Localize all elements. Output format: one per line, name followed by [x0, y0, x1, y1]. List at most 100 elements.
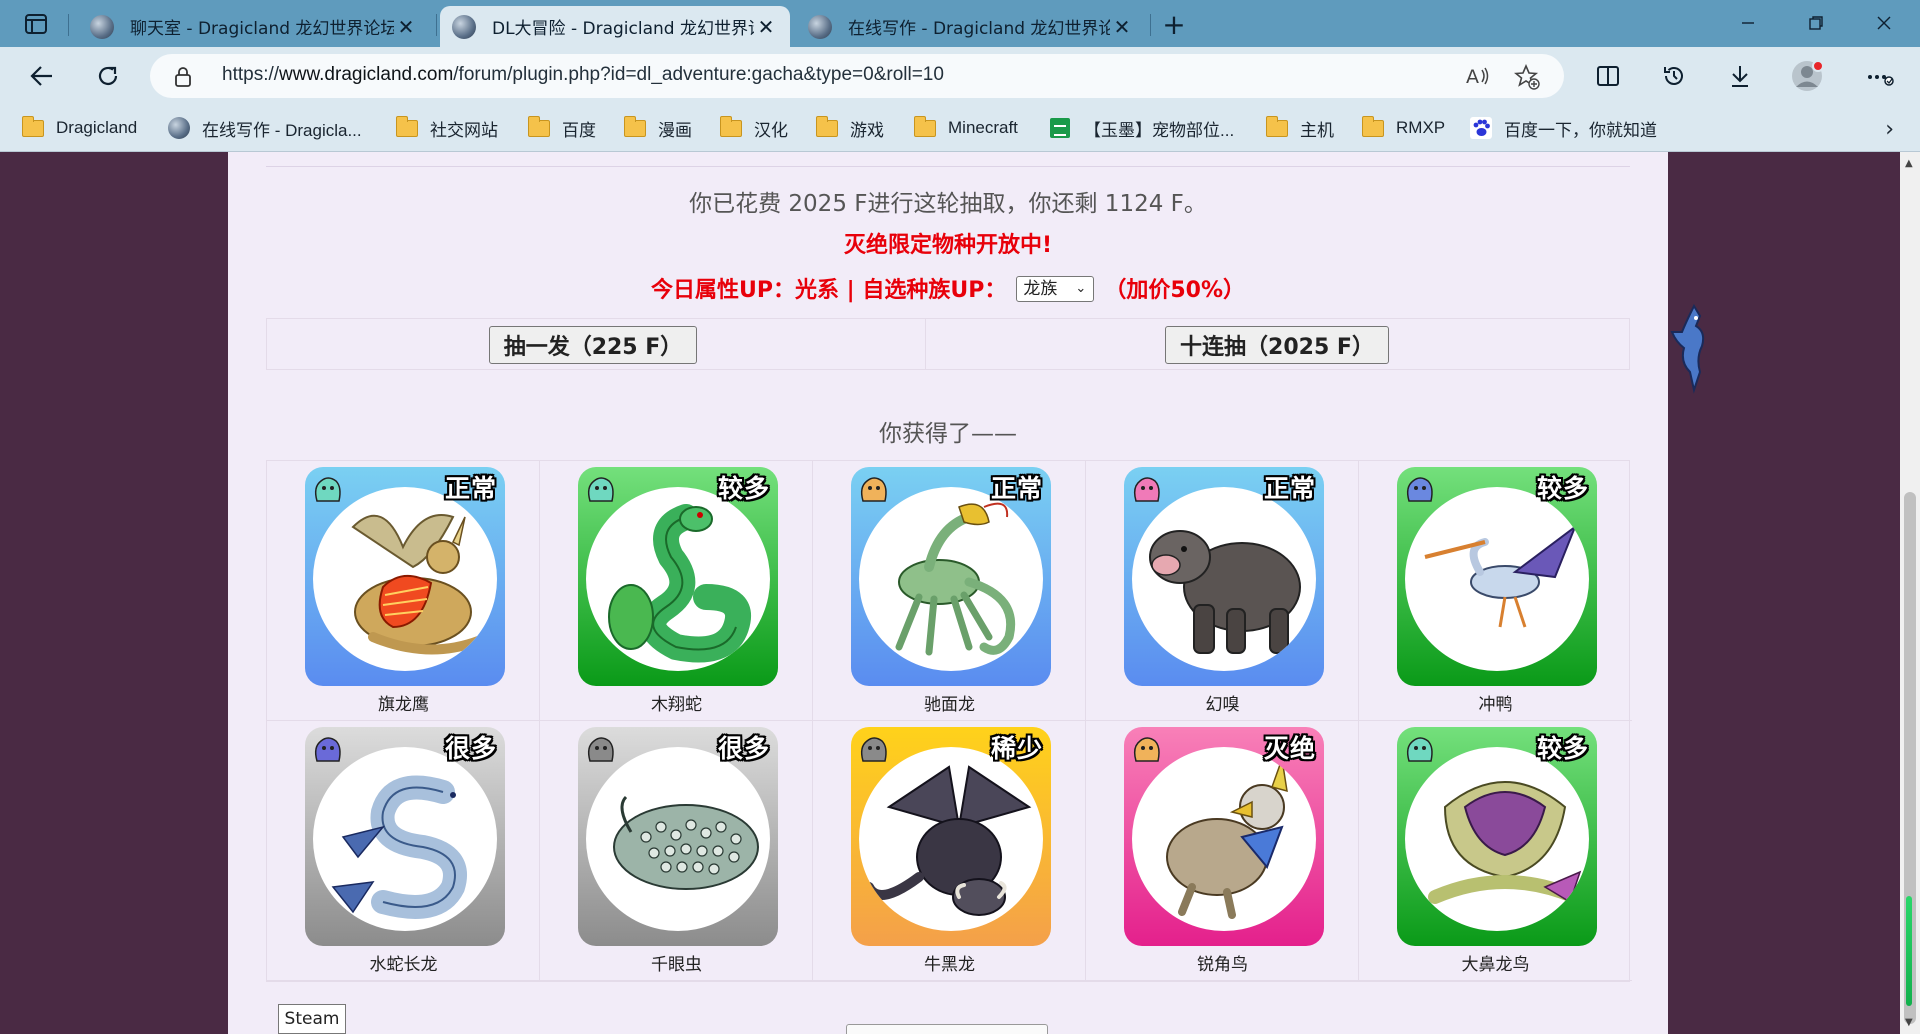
element-color — [587, 477, 614, 502]
rarity-label: 很多 — [444, 734, 497, 763]
result-card[interactable]: 正常 幻嗅 — [1086, 461, 1359, 721]
chevron-down-icon: ⌄ — [1075, 281, 1087, 296]
creature-card: 很多 — [578, 727, 778, 946]
portrait-frame — [1405, 487, 1589, 671]
tab-separator — [436, 14, 437, 36]
scroll-down-arrow-icon[interactable]: ▼ — [1905, 1017, 1913, 1028]
scroll-up-arrow-icon[interactable]: ▲ — [1905, 158, 1913, 169]
bookmark-label: 百度一下，你就知道 — [1504, 120, 1657, 140]
back-button[interactable] — [20, 55, 64, 97]
result-card[interactable]: 正常 旗龙鹰 — [267, 461, 540, 721]
bookmark-games[interactable]: 游戏 — [816, 115, 884, 141]
bookmark-rmxp[interactable]: RMXP — [1362, 115, 1445, 141]
result-card[interactable]: 较多 木翔蛇 — [540, 461, 813, 721]
tab-title: 聊天室 - Dragicland 龙幻世界论坛 — [130, 19, 394, 39]
folder-icon — [396, 115, 418, 137]
element-color — [1133, 477, 1160, 502]
portrait-frame — [1405, 747, 1589, 931]
downloads-button[interactable] — [1718, 55, 1762, 97]
portrait-frame — [1132, 747, 1316, 931]
lock-icon[interactable] — [174, 66, 192, 88]
restore-button[interactable] — [1788, 6, 1844, 40]
ten-roll-button[interactable]: 十连抽（2025 F） — [1165, 326, 1389, 364]
bookmark-minecraft[interactable]: Minecraft — [914, 115, 1018, 141]
profile-button[interactable] — [1786, 55, 1830, 97]
new-tab-button[interactable]: + — [1158, 8, 1190, 41]
bookmark-localization[interactable]: 汉化 — [720, 115, 788, 141]
folder-icon — [914, 115, 936, 137]
settings-more-button[interactable] — [1858, 55, 1902, 97]
bottom-button-edge[interactable] — [846, 1024, 1048, 1034]
tab-close-icon[interactable]: ✕ — [754, 15, 778, 39]
read-aloud-icon[interactable]: A — [1466, 64, 1492, 88]
bookmark-label: 在线写作 - Dragicla... — [202, 120, 362, 140]
url-text[interactable]: https://www.dragicland.com/forum/plugin.… — [222, 64, 944, 86]
folder-icon — [1266, 115, 1288, 137]
result-card[interactable]: 较多 冲鸭 — [1359, 461, 1632, 721]
rarity-label: 正常 — [1263, 474, 1316, 503]
race-select[interactable]: 龙族 ⌄ — [1016, 276, 1095, 302]
result-card[interactable]: 很多 水蛇长龙 — [267, 721, 540, 981]
result-card[interactable]: 灭绝 锐角鸟 — [1086, 721, 1359, 981]
daily-up-line: 今日属性UP：光系 | 自选种族UP： 龙族 ⌄ （加价50%） — [228, 272, 1668, 304]
daily-up-text: 今日属性UP：光系 | 自选种族UP： — [650, 278, 1007, 303]
portrait-frame — [859, 747, 1043, 931]
result-card[interactable]: 正常 驰面龙 — [813, 461, 1086, 721]
split-screen-button[interactable] — [1586, 55, 1630, 97]
creature-card: 灭绝 — [1124, 727, 1324, 946]
bookmark-label: RMXP — [1396, 118, 1446, 137]
globe-icon — [168, 117, 190, 139]
bookmark-online-writing[interactable]: 在线写作 - Dragicla... — [168, 115, 362, 141]
result-card[interactable]: 稀少 牛黑龙 — [813, 721, 1086, 981]
avatar-icon — [1792, 60, 1824, 91]
refresh-button[interactable] — [86, 55, 130, 97]
bookmark-baidu-folder[interactable]: 百度 — [528, 115, 596, 141]
close-icon — [1877, 16, 1891, 30]
rarity-label: 很多 — [717, 734, 770, 763]
bookmark-console[interactable]: 主机 — [1266, 115, 1334, 141]
result-grid: 正常 旗龙鹰 较多 木翔蛇 正常 驰面龙 正常 幻嗅 较多 冲鸭 很多 水蛇长龙… — [266, 460, 1632, 982]
baidu-paw-icon — [1470, 117, 1492, 139]
element-color — [314, 477, 341, 502]
tab-dl-adventure[interactable]: DL大冒险 - Dragicland 龙幻世界论坛 ✕ — [440, 6, 790, 47]
tab-chatroom[interactable]: 聊天室 - Dragicland 龙幻世界论坛 ✕ — [78, 6, 430, 47]
address-bar[interactable]: https://www.dragicland.com/forum/plugin.… — [150, 54, 1564, 98]
tab-title: DL大冒险 - Dragicland 龙幻世界论坛 — [492, 19, 754, 39]
bookmark-dragicland[interactable]: Dragicland — [22, 115, 137, 141]
creature-portrait-image — [608, 504, 751, 663]
creature-card: 正常 — [1124, 467, 1324, 686]
creature-card: 较多 — [1397, 467, 1597, 686]
column-divider — [925, 319, 926, 369]
portrait-frame — [313, 487, 497, 671]
bookmark-social[interactable]: 社交网站 — [396, 115, 498, 141]
page-scrollbar[interactable]: ▲ ▼ — [1900, 152, 1920, 1034]
split-screen-icon — [1597, 66, 1619, 86]
page-viewport: 你已花费 2025 F进行这轮抽取，你还剩 1124 F。 灭绝限定物种开放中!… — [0, 152, 1900, 1034]
close-window-button[interactable] — [1856, 6, 1912, 40]
element-icon — [587, 737, 614, 762]
tab-close-icon[interactable]: ✕ — [1110, 15, 1134, 39]
add-favorite-icon[interactable] — [1514, 64, 1540, 90]
tab-close-icon[interactable]: ✕ — [394, 15, 418, 39]
tab-separator — [1150, 14, 1151, 36]
bookmark-baidu-search[interactable]: 百度一下，你就知道 — [1470, 115, 1657, 141]
single-roll-button[interactable]: 抽一发（225 F） — [489, 326, 697, 364]
history-button[interactable] — [1652, 55, 1696, 97]
creature-portrait-image — [351, 514, 493, 655]
minimize-button[interactable] — [1720, 6, 1776, 40]
result-card[interactable]: 较多 大鼻龙鸟 — [1359, 721, 1632, 981]
bookmark-manga[interactable]: 漫画 — [624, 115, 692, 141]
history-icon — [1664, 67, 1683, 85]
bookmarks-overflow-chevron-icon[interactable]: › — [1885, 117, 1894, 142]
tab-actions-button[interactable] — [14, 9, 58, 39]
result-card[interactable]: 很多 千眼虫 — [540, 721, 813, 981]
creature-name: 牛黑龙 — [924, 955, 975, 975]
tab-online-writing[interactable]: 在线写作 - Dragicland 龙幻世界论坛 ✕ — [796, 6, 1146, 47]
element-icon — [860, 477, 887, 502]
element-color — [587, 737, 614, 762]
bookmark-pet-parts-sheet[interactable]: 【玉墨】宠物部位... — [1050, 115, 1234, 141]
creature-name: 千眼虫 — [651, 955, 702, 975]
portrait-frame — [1132, 487, 1316, 671]
creature-portrait-image — [1149, 530, 1301, 654]
element-color — [314, 737, 341, 762]
